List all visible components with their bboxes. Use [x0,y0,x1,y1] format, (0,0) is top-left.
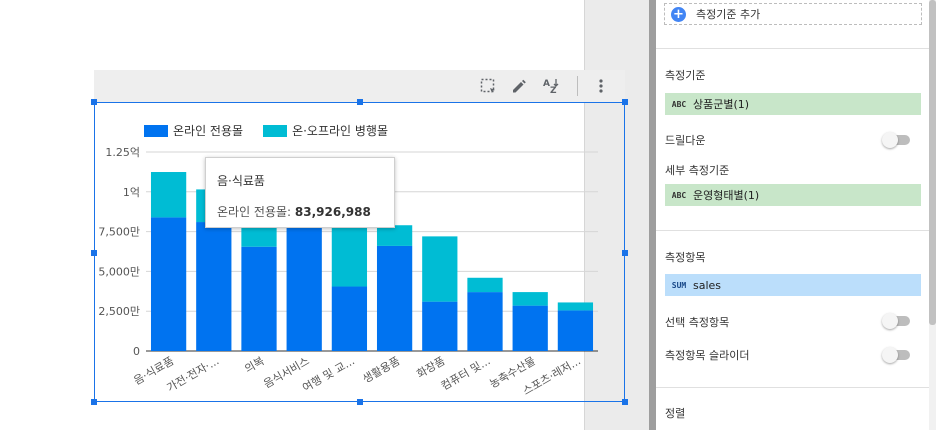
y-tick-label: 0 [133,345,140,358]
bar-online[interactable] [557,310,594,351]
metric-section-title: 측정항목 [665,251,706,264]
toggle-knob [882,347,898,363]
divider [656,230,929,231]
bar-online[interactable] [512,305,548,351]
metric-slider-toggle[interactable] [882,347,910,363]
y-tick-label: 5,000만 [98,265,140,278]
dimension-chip-label: 상품군별(1) [693,98,750,111]
optional-metrics-label: 선택 측정항목 [665,316,730,329]
y-tick-label: 2,500만 [98,305,140,318]
bar-omni[interactable] [467,277,503,293]
bar-online[interactable] [241,246,277,351]
sort-section-title: 정렬 [665,407,686,420]
dimension-type-badge: ABC [671,99,687,109]
optional-metrics-toggle[interactable] [882,313,910,329]
bar-omni[interactable] [557,302,594,311]
metric-chip-label: sales [693,278,722,292]
panel-resize-bar[interactable] [649,0,656,430]
drilldown-label: 드릴다운 [665,134,706,147]
tooltip-title: 음·식료품 [217,174,265,188]
bar-online[interactable] [150,217,187,351]
bar-online[interactable] [422,301,458,351]
tooltip-row: 온라인 전용몰: 83,926,988 [217,203,394,220]
panel-scrollbar-thumb[interactable] [929,0,936,325]
breakdown-section-title: 세부 측정기준 [665,164,730,177]
x-tick-label: 컴퓨터 및... [439,354,493,392]
toggle-knob [882,313,898,329]
toggle-knob [882,132,898,148]
bar-online[interactable] [467,292,503,351]
divider [656,48,929,49]
tooltip-series-label: 온라인 전용몰: [217,205,295,219]
bar-online[interactable] [196,222,232,351]
divider [656,387,929,388]
bar-online[interactable] [331,286,368,351]
x-tick-label: 의복 [242,354,266,375]
bar-omni[interactable] [150,172,187,218]
breakdown-chip-label: 운영형태별(1) [693,189,760,202]
add-dimension-label: 측정기준 추가 [696,8,761,21]
metric-chip[interactable]: SUM sales [665,274,921,296]
x-tick-label: 생활용품 [360,353,402,385]
x-tick-label: 화장품 [414,354,447,380]
y-tick-label: 7,500만 [98,226,140,239]
bar-omni[interactable] [422,236,458,302]
bar-online[interactable] [286,225,322,351]
breakdown-chip[interactable]: ABC 운영형태별(1) [665,184,921,206]
bar-omni[interactable] [331,227,368,287]
y-tick-label: 1억 [123,186,140,199]
x-tick-label: 여행 및 교... [300,354,357,394]
tooltip-value: 83,926,988 [294,205,371,219]
properties-panel [656,0,936,430]
y-tick-label: 1.25억 [105,146,140,159]
dimension-section-title: 측정기준 [665,69,706,82]
chart-tooltip: 음·식료품 온라인 전용몰: 83,926,988 [205,157,395,228]
metric-type-badge: SUM [671,280,687,290]
x-tick-label: 가전·전자·... [165,354,222,394]
bar-omni[interactable] [376,225,413,246]
metric-slider-label: 측정항목 슬라이더 [665,349,750,362]
bar-online[interactable] [376,245,413,351]
breakdown-type-badge: ABC [671,190,687,200]
dimension-chip[interactable]: ABC 상품군별(1) [665,93,921,115]
add-dimension-button[interactable]: + 측정기준 추가 [664,3,922,25]
panel-scrollbar[interactable] [929,0,936,430]
drilldown-toggle[interactable] [882,132,910,148]
add-circle-icon: + [671,6,686,22]
bar-omni[interactable] [512,292,548,306]
